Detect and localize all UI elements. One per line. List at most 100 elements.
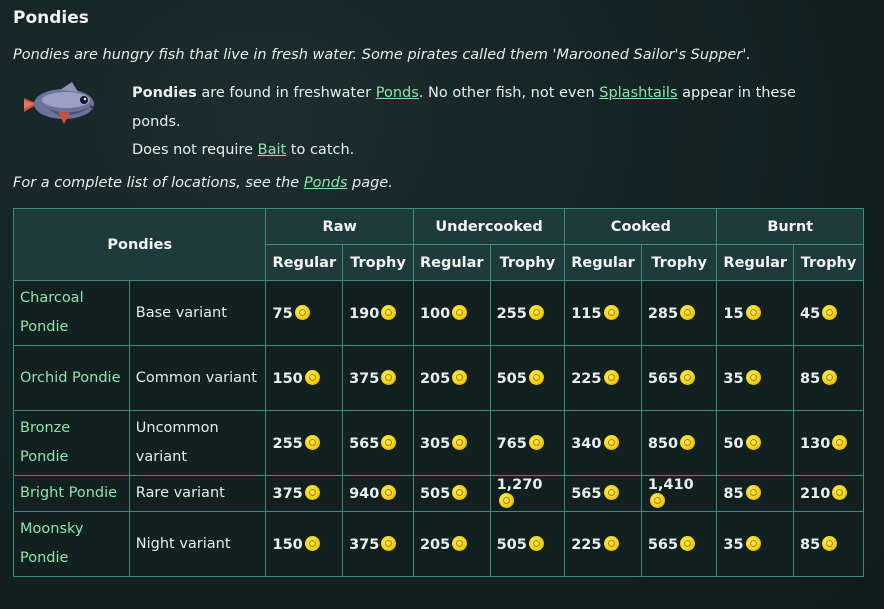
gold-coin-icon [381,535,397,551]
gold-coin-icon [381,304,397,320]
price-cell: 225 [564,511,642,577]
gold-coin-icon [528,535,544,551]
group-header-undercooked: Undercooked [412,208,566,245]
gold-coin-icon [381,434,397,450]
price-cell: 375 [342,345,414,411]
gold-coin-icon [680,434,696,450]
group-header-raw: Raw [265,208,414,245]
gold-coin-icon [680,304,696,320]
price-value: 150 [272,536,303,553]
variant-rarity: Rare variant [128,475,267,512]
table-row: Orchid Pondie Common variant 150 375 205 505 2… [13,345,864,411]
gold-coin-icon [832,485,848,500]
price-value: 255 [272,435,303,452]
page-title: Pondies [13,8,89,28]
price-cell: 305 [412,410,491,476]
subheader-trophy: Trophy [489,244,566,281]
gold-coin-icon [822,304,838,320]
pondie-fish-icon [24,82,94,124]
price-value: 565 [647,370,679,387]
locations-paragraph: For a complete list of locations, see th… [13,175,393,191]
price-value: 285 [647,305,679,322]
fish-variant-name[interactable]: Orchid Pondie [13,345,130,411]
gold-coin-icon [381,369,397,385]
gold-coin-icon [498,493,514,508]
price-value: 85 [800,536,821,553]
price-value: 1,410 [647,477,694,493]
price-value: 505 [419,486,451,502]
splashtails-link[interactable]: Splashtails [599,85,677,101]
price-cell: 205 [412,511,491,577]
price-cell: 35 [716,511,795,577]
gold-coin-icon [745,485,761,500]
bait-paragraph: Does not require Bait to catch. [132,142,354,158]
found-paragraph: Pondies are found in freshwater Ponds. N… [132,79,832,137]
gold-coin-icon [452,434,468,450]
fish-variant-name[interactable]: Bright Pondie [13,475,130,512]
price-value: 190 [349,305,380,322]
price-cell: 505 [489,511,566,577]
price-cell: 35 [716,345,795,411]
gold-coin-icon [603,485,619,500]
gold-coin-icon [603,304,619,320]
price-cell: 85 [793,345,864,411]
price-cell: 130 [793,410,864,476]
price-cell: 255 [489,280,566,346]
price-value: 565 [349,435,380,452]
variant-rarity: Uncommon variant [128,410,267,476]
gold-coin-icon [304,369,320,385]
price-cell: 375 [342,511,414,577]
price-cell: 565 [640,511,718,577]
price-value: 35 [723,536,744,553]
bait-text-1: Does not require [132,142,258,158]
price-cell: 765 [489,410,566,476]
price-cell: 850 [640,410,718,476]
gold-coin-icon [304,535,320,551]
variant-rarity: Night variant [128,511,267,577]
price-cell: 255 [265,410,344,476]
price-value: 375 [349,370,380,387]
subheader-regular: Regular [564,244,642,281]
price-value: 565 [647,536,679,553]
price-cell: 85 [793,511,864,577]
price-cell: 100 [412,280,491,346]
sell-price-table: Pondies Raw Undercooked Cooked Burnt Reg… [12,208,864,577]
price-cell: 150 [265,511,344,577]
price-value: 225 [571,370,602,387]
ponds-link[interactable]: Ponds [376,85,419,101]
price-value: 225 [571,536,602,553]
gold-coin-icon [452,535,468,551]
price-value: 255 [496,305,527,322]
gold-coin-icon [304,485,320,500]
price-cell: 375 [265,475,344,512]
price-value: 340 [571,435,602,452]
gold-coin-icon [822,369,838,385]
price-cell: 205 [412,345,491,411]
price-value: 50 [723,435,744,452]
table-body: Charcoal Pondie Base variant 75 190 100 255 11… [13,280,864,577]
price-cell: 1,410 [640,475,718,512]
price-cell: 565 [564,475,642,512]
subheader-trophy: Trophy [342,244,414,281]
bait-link[interactable]: Bait [258,142,287,158]
price-value: 375 [349,536,380,553]
fish-variant-name[interactable]: Charcoal Pondie [13,280,130,346]
price-cell: 75 [265,280,344,346]
fish-variant-name[interactable]: Moonsky Pondie [13,511,130,577]
table-row: Bronze Pondie Uncommon variant 255 565 305 76… [13,410,864,476]
price-cell: 565 [640,345,718,411]
subheader-trophy: Trophy [793,244,864,281]
price-value: 1,270 [496,477,543,493]
locations-text-2: page. [347,175,393,191]
price-value: 45 [800,305,821,322]
group-header-cooked: Cooked [564,208,718,245]
gold-coin-icon [649,493,665,508]
gold-coin-icon [304,434,320,450]
price-cell: 285 [640,280,718,346]
fish-variant-name[interactable]: Bronze Pondie [13,410,130,476]
ponds-page-link[interactable]: Ponds [304,175,348,191]
price-cell: 1,270 [489,475,566,512]
variant-rarity: Base variant [128,280,267,346]
subheader-trophy: Trophy [640,244,718,281]
gold-coin-icon [680,369,696,385]
